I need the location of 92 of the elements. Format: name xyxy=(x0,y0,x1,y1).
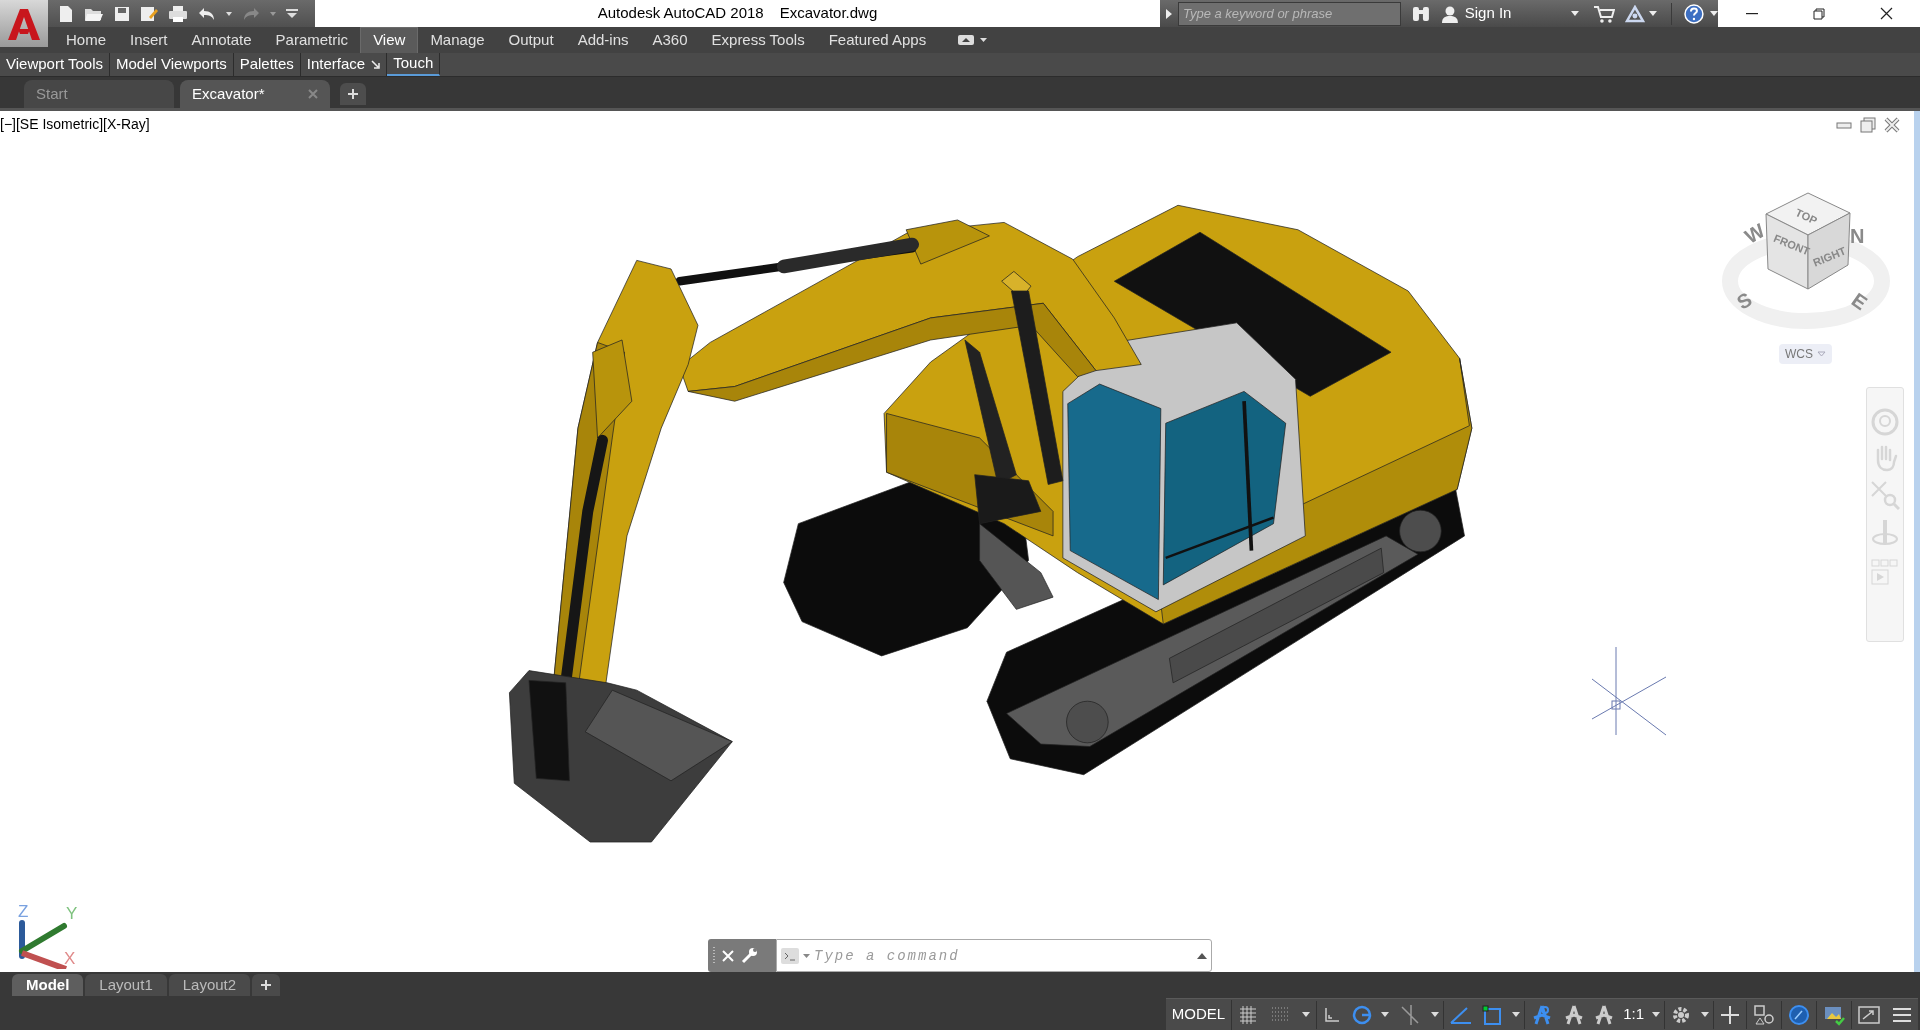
caret-icon[interactable] xyxy=(803,953,810,958)
history-arrow-icon[interactable] xyxy=(1197,952,1207,959)
angle-icon[interactable] xyxy=(1450,1004,1473,1025)
tab-label: Start xyxy=(36,83,68,104)
search-field[interactable]: Type a keyword or phrase xyxy=(1177,1,1401,26)
close-icon[interactable] xyxy=(1879,7,1893,20)
sign-in-link[interactable]: Sign In xyxy=(1464,2,1512,25)
compass-label: W xyxy=(1741,219,1769,248)
isolate-objects-icon[interactable] xyxy=(1753,1003,1775,1026)
compass-label: E xyxy=(1847,288,1872,315)
ribbon-tab[interactable]: Insert xyxy=(118,27,180,53)
layout-tab[interactable]: Model xyxy=(12,974,84,996)
command-input[interactable]: Type a command xyxy=(814,943,1193,968)
print-icon[interactable] xyxy=(168,4,188,23)
new-tab-button[interactable] xyxy=(340,83,366,105)
ribbon-tab[interactable]: Add-ins xyxy=(565,27,641,53)
dialog-launcher-icon[interactable] xyxy=(371,60,381,69)
model-space-button[interactable]: MODEL xyxy=(1165,999,1233,1030)
caret-icon[interactable] xyxy=(1701,1012,1709,1017)
viewport-restore-icon[interactable] xyxy=(1860,117,1876,133)
viewport-controls-label[interactable]: [−][SE Isometric][X-Ray] xyxy=(0,114,150,135)
fullscreen-icon[interactable] xyxy=(1858,1005,1880,1024)
caret-icon[interactable] xyxy=(1381,1012,1390,1017)
caret-icon[interactable] xyxy=(1431,1012,1440,1017)
customize-toolbar-icon[interactable] xyxy=(286,8,298,19)
caret-icon[interactable] xyxy=(1649,11,1658,16)
gear-icon[interactable] xyxy=(1671,1004,1691,1025)
caret-icon[interactable] xyxy=(1710,11,1718,16)
grid-icon[interactable] xyxy=(1238,1004,1259,1025)
viewport-close-icon[interactable] xyxy=(1884,117,1900,133)
caret-icon[interactable] xyxy=(226,11,232,16)
axis-label: Y xyxy=(66,904,78,923)
help-icon[interactable] xyxy=(1684,3,1705,24)
cart-icon[interactable] xyxy=(1593,4,1616,23)
ucs-menu[interactable]: WCS xyxy=(1779,344,1832,364)
window-title: Autodesk AutoCAD 2018 xyxy=(597,3,764,24)
ribbon-tab[interactable]: Annotate xyxy=(179,27,264,53)
axis-label: Z xyxy=(18,902,29,921)
ribbon-tab[interactable]: Home xyxy=(54,27,118,53)
wrench-icon[interactable] xyxy=(740,946,758,965)
binoculars-icon[interactable] xyxy=(1410,4,1431,23)
tab-label: Excavator* xyxy=(192,83,265,104)
restore-icon[interactable] xyxy=(1812,7,1825,20)
ortho-icon[interactable] xyxy=(1323,1005,1342,1024)
compass-label: N xyxy=(1850,225,1865,247)
command-field[interactable]: Type a command xyxy=(776,939,1212,972)
ribbon-tab[interactable]: A360 xyxy=(640,27,700,53)
view-cube[interactable] xyxy=(1765,192,1851,290)
plus-icon[interactable] xyxy=(1720,1004,1740,1025)
application-menu-button[interactable] xyxy=(0,0,48,47)
ribbon-panel-title[interactable]: Interface xyxy=(300,53,388,76)
caret-icon[interactable] xyxy=(1652,1012,1660,1017)
app-logo-icon xyxy=(6,6,42,41)
new-layout-button[interactable] xyxy=(252,974,281,996)
ribbon-panel-title[interactable]: Viewport Tools xyxy=(0,53,110,76)
axis-label: X xyxy=(64,949,76,968)
ribbon-tab[interactable]: View xyxy=(360,27,419,53)
cube-face-label: TOP xyxy=(1793,206,1820,227)
annotation-scale-value[interactable]: 1:1 xyxy=(1623,1003,1644,1026)
undo-icon[interactable] xyxy=(198,6,216,21)
caret-icon[interactable] xyxy=(980,38,988,42)
ribbon-panel-title[interactable]: Model Viewports xyxy=(110,53,234,76)
plus-icon[interactable] xyxy=(260,979,273,991)
ribbon-tab[interactable]: Featured Apps xyxy=(816,27,939,53)
user-icon[interactable] xyxy=(1440,4,1459,23)
polar-tracking-icon[interactable] xyxy=(1351,1003,1374,1026)
ribbon-panel-title[interactable]: Palettes xyxy=(233,53,301,76)
expand-arrow-icon[interactable] xyxy=(1166,8,1172,19)
hardware-acceleration-icon[interactable] xyxy=(1788,1003,1810,1026)
ribbon-tab[interactable]: Parametric xyxy=(263,27,361,53)
layout-tab[interactable]: Layout2 xyxy=(168,974,251,996)
save-icon[interactable] xyxy=(114,5,130,22)
crosshair-cursor-icon xyxy=(1591,646,1667,736)
ribbon-tab[interactable]: Manage xyxy=(418,27,497,53)
caret-icon[interactable] xyxy=(1571,11,1580,16)
file-tab[interactable]: Excavator* xyxy=(180,80,330,108)
new-file-icon[interactable] xyxy=(58,4,74,23)
compass-label: S xyxy=(1733,287,1756,314)
viewport-minimize-icon[interactable] xyxy=(1836,120,1852,130)
command-prompt-icon[interactable] xyxy=(781,947,799,964)
caret-icon[interactable] xyxy=(1512,1012,1521,1017)
ribbon-tab[interactable]: Express Tools xyxy=(699,27,817,53)
menu-icon[interactable] xyxy=(1892,1006,1912,1023)
minimize-icon[interactable] xyxy=(1745,12,1758,15)
file-name: Excavator.dwg xyxy=(779,3,878,24)
triangle-network-icon[interactable] xyxy=(1625,4,1646,23)
save-as-icon[interactable] xyxy=(140,4,158,23)
caret-icon[interactable] xyxy=(1302,1012,1311,1017)
layout-tab[interactable]: Layout1 xyxy=(85,974,167,996)
minimize-ribbon-icon[interactable] xyxy=(958,35,975,45)
ribbon-tab[interactable]: Output xyxy=(496,27,566,53)
plus-icon[interactable] xyxy=(347,88,359,100)
